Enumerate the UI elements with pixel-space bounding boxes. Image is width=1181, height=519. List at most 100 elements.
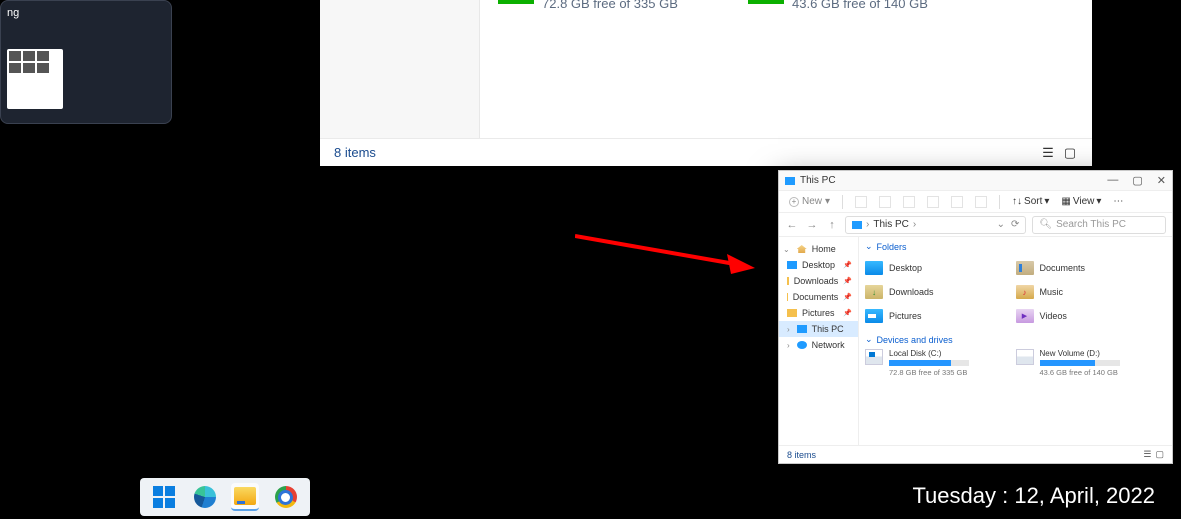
folder-music[interactable]: Music [1016, 280, 1167, 304]
taskbar-file-explorer[interactable] [231, 483, 259, 511]
pin-icon: 📌 [843, 293, 852, 301]
windows-logo-icon [153, 486, 175, 508]
chevron-down-icon: ▾ [825, 196, 830, 207]
taskview-title: ng [7, 7, 165, 19]
pin-icon: 📌 [843, 277, 852, 285]
date-overlay: Tuesday : 12, April, 2022 [912, 483, 1155, 509]
sidebar-item-label: Downloads [794, 276, 839, 286]
chevron-right-icon: › [787, 325, 790, 334]
folder-downloads[interactable]: Downloads [865, 280, 1016, 304]
refresh-icon[interactable]: ⟳ [1011, 219, 1019, 230]
explorer-large-sidebar [320, 0, 480, 138]
chevron-down-icon: ⌄ [783, 245, 790, 254]
sidebar-item-label: Desktop [802, 260, 835, 270]
drive-item[interactable]: 43.6 GB free of 140 GB [748, 0, 932, 11]
view-details-toggle[interactable]: ☰ [1040, 145, 1056, 161]
folder-documents[interactable]: Documents [1016, 256, 1167, 280]
folder-pictures[interactable]: Pictures [865, 304, 1016, 328]
view-details-toggle[interactable]: ☰ [1143, 449, 1151, 460]
rename-icon[interactable] [927, 196, 939, 208]
drive-label: Local Disk (C:) [889, 349, 969, 358]
folder-desktop[interactable]: Desktop [865, 256, 1016, 280]
videos-icon [1016, 309, 1034, 323]
group-label: Folders [877, 242, 907, 252]
sidebar-item-label: Documents [793, 292, 839, 302]
group-header-folders[interactable]: ⌄ Folders [865, 241, 1166, 252]
documents-icon [1016, 261, 1034, 275]
sidebar-item-network[interactable]: › Network [779, 337, 858, 353]
group-header-drives[interactable]: ⌄ Devices and drives [865, 334, 1166, 345]
drive-icon [748, 0, 784, 4]
drive-free-text: 72.8 GB free of 335 GB [542, 0, 682, 11]
more-button[interactable]: ⋯ [1113, 196, 1123, 207]
status-bar: 8 items ☰ ▢ [779, 445, 1172, 463]
folder-label: Music [1040, 287, 1064, 297]
folder-videos[interactable]: Videos [1016, 304, 1167, 328]
window-close-button[interactable]: ✕ [1157, 174, 1166, 187]
nav-back-button[interactable]: ← [785, 219, 799, 231]
copy-icon[interactable] [879, 196, 891, 208]
taskbar-edge[interactable] [191, 483, 219, 511]
taskview-preview [7, 49, 63, 109]
chevron-right-icon: › [787, 341, 790, 350]
chrome-icon [275, 486, 297, 508]
window-title: This PC [800, 175, 836, 186]
paste-icon[interactable] [903, 196, 915, 208]
edge-icon [194, 486, 216, 508]
network-icon [797, 341, 807, 349]
window-minimize-button[interactable]: — [1107, 174, 1118, 187]
explorer-window: This PC — ▢ ✕ + New ▾ ↑↓ Sort ▾ ▦ View ▾… [778, 170, 1173, 464]
nav-up-button[interactable]: ↑ [825, 219, 839, 231]
sort-button[interactable]: ↑↓ Sort ▾ [1012, 196, 1049, 207]
chevron-down-icon[interactable]: ⌄ [997, 219, 1005, 230]
share-icon[interactable] [951, 196, 963, 208]
plus-icon: + [789, 197, 799, 207]
view-large-toggle[interactable]: ▢ [1155, 449, 1164, 460]
address-location: This PC [873, 219, 909, 230]
taskview-thumbnail[interactable]: ng [0, 0, 172, 124]
drive-item[interactable]: 72.8 GB free of 335 GB [498, 0, 682, 11]
sidebar-item-home[interactable]: ⌄ Home [779, 241, 858, 257]
status-item-count: 8 items [787, 450, 816, 460]
folder-label: Pictures [889, 311, 922, 321]
window-titlebar[interactable]: This PC — ▢ ✕ [779, 171, 1172, 191]
search-input[interactable]: 🔍︎ Search This PC [1032, 216, 1166, 234]
delete-icon[interactable] [975, 196, 987, 208]
sidebar: ⌄ Home Desktop 📌 Downloads 📌 Documents 📌 [779, 237, 859, 445]
view-button[interactable]: ▦ View ▾ [1061, 196, 1101, 207]
sidebar-item-label: Pictures [802, 308, 835, 318]
drive-free-text: 72.8 GB free of 335 GB [889, 368, 969, 377]
taskbar-chrome[interactable] [272, 483, 300, 511]
chevron-right-icon: › [866, 219, 869, 230]
main-content: ⌄ Folders Desktop Documents Downloads Mu… [859, 237, 1172, 445]
window-maximize-button[interactable]: ▢ [1132, 174, 1142, 187]
drive-new-volume-d[interactable]: New Volume (D:) 43.6 GB free of 140 GB [1016, 349, 1167, 377]
search-placeholder: Search This PC [1056, 219, 1126, 230]
sidebar-item-desktop[interactable]: Desktop 📌 [779, 257, 858, 273]
sidebar-item-label: This PC [812, 324, 844, 334]
file-explorer-icon [234, 487, 256, 505]
address-bar-row: ← → ↑ › This PC › ⌄ ⟳ 🔍︎ Search This PC [779, 213, 1172, 237]
desktop-icon [865, 261, 883, 275]
pictures-icon [787, 309, 797, 317]
nav-forward-button[interactable]: → [805, 219, 819, 231]
sidebar-item-pictures[interactable]: Pictures 📌 [779, 305, 858, 321]
drive-icon [865, 349, 883, 365]
start-button[interactable] [150, 483, 178, 511]
new-button[interactable]: + New ▾ [789, 196, 830, 207]
drive-local-c[interactable]: Local Disk (C:) 72.8 GB free of 335 GB [865, 349, 1016, 377]
pin-icon: 📌 [843, 261, 852, 269]
cut-icon[interactable] [855, 196, 867, 208]
folder-label: Downloads [889, 287, 934, 297]
this-pc-icon [797, 325, 807, 333]
pin-icon: 📌 [843, 309, 852, 317]
sidebar-item-this-pc[interactable]: › This PC [779, 321, 858, 337]
sidebar-item-documents[interactable]: Documents 📌 [779, 289, 858, 305]
view-large-toggle[interactable]: ▢ [1062, 145, 1078, 161]
sidebar-item-downloads[interactable]: Downloads 📌 [779, 273, 858, 289]
chevron-right-icon: › [913, 219, 916, 230]
folder-label: Desktop [889, 263, 922, 273]
drive-free-text: 43.6 GB free of 140 GB [1040, 368, 1120, 377]
music-icon [1016, 285, 1034, 299]
address-bar[interactable]: › This PC › ⌄ ⟳ [845, 216, 1026, 234]
